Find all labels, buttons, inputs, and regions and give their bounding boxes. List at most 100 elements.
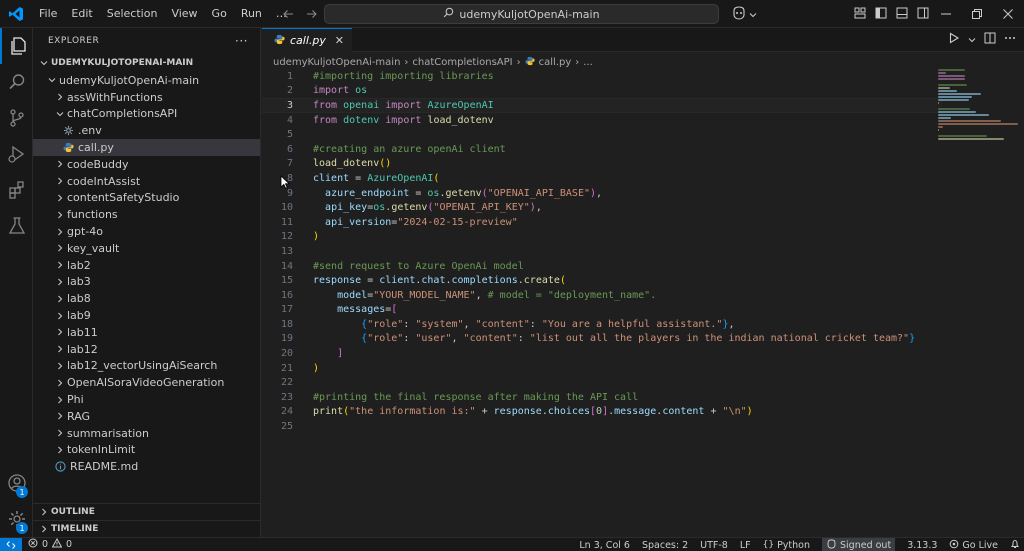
breadcrumb-item[interactable]: call.py xyxy=(539,57,572,68)
outline-section[interactable]: OUTLINE xyxy=(33,503,261,520)
minimap-line xyxy=(938,96,973,98)
code-line: 17 messages=[ xyxy=(262,303,942,318)
tree-item[interactable]: udemyKuljotOpenAi-main xyxy=(33,72,260,89)
run-python-file-icon[interactable] xyxy=(948,32,960,47)
indentation[interactable]: Spaces: 2 xyxy=(642,540,688,551)
tree-item[interactable]: OpenAISoraVideoGeneration xyxy=(33,374,260,391)
code-token: getenv xyxy=(391,202,428,214)
tree-item-label: chatCompletionsAPI xyxy=(67,107,178,121)
customize-layout-icon[interactable] xyxy=(853,6,867,20)
command-center-search[interactable]: udemyKuljotOpenAi-main xyxy=(324,4,719,24)
line-number: 4 xyxy=(286,114,293,126)
remote-indicator-icon[interactable] xyxy=(0,537,22,551)
tree-item[interactable]: lab3 xyxy=(33,274,260,291)
tree-item[interactable]: codeBuddy xyxy=(33,156,260,173)
tree-item[interactable]: gpt-4o xyxy=(33,223,260,240)
menu-view[interactable]: View xyxy=(164,0,204,28)
tree-item[interactable]: .env xyxy=(33,122,260,139)
minimap-line xyxy=(938,114,990,116)
manage-gear-icon[interactable]: 1 xyxy=(0,501,33,537)
tree-item[interactable]: lab12 xyxy=(33,341,260,358)
split-editor-icon[interactable] xyxy=(984,32,996,47)
code-line: 12) xyxy=(262,230,942,245)
encoding[interactable]: UTF-8 xyxy=(700,540,728,551)
code-token: azure_endpoint xyxy=(325,187,410,199)
problems-indicator[interactable]: 0 0 xyxy=(28,537,72,551)
tree-item[interactable]: assWithFunctions xyxy=(33,89,260,106)
python-version[interactable]: 3.13.3 xyxy=(907,540,937,551)
go-live-button[interactable]: Go Live xyxy=(949,539,998,551)
code-token: content xyxy=(662,406,705,418)
tree-item[interactable]: summarisation xyxy=(33,425,260,442)
tree-item[interactable]: lab8 xyxy=(33,290,260,307)
copilot-button[interactable] xyxy=(731,6,757,23)
restore-icon[interactable] xyxy=(961,0,992,28)
run-options-chevron-icon[interactable] xyxy=(968,33,976,47)
notifications-bell-icon[interactable] xyxy=(1010,539,1020,551)
tree-item[interactable]: tokenInLimit xyxy=(33,442,260,459)
code-token: "You are a helpful assistant." xyxy=(541,318,723,330)
tree-item[interactable]: chatCompletionsAPI xyxy=(33,106,260,123)
breadcrumb-item[interactable]: ... xyxy=(583,57,593,68)
tree-item[interactable]: lab12_vectorUsingAiSearch xyxy=(33,358,260,375)
tab-call-py[interactable]: call.py ✕ xyxy=(262,28,352,52)
minimap[interactable] xyxy=(938,69,1023,140)
explorer-icon[interactable] xyxy=(0,28,33,64)
tree-item[interactable]: RAG xyxy=(33,408,260,425)
menu-file[interactable]: File xyxy=(32,0,64,28)
extensions-icon[interactable] xyxy=(0,172,33,208)
end-of-line[interactable]: LF xyxy=(740,540,751,551)
code-token: response xyxy=(493,406,542,418)
tree-item[interactable]: Phi xyxy=(33,391,260,408)
tree-item[interactable]: README.md xyxy=(33,458,260,475)
search-icon[interactable] xyxy=(0,64,33,100)
menu-go[interactable]: Go xyxy=(205,0,234,28)
more-actions-icon[interactable] xyxy=(1004,32,1016,47)
tree-item[interactable]: key_vault xyxy=(33,240,260,257)
forward-arrow-icon[interactable] xyxy=(303,4,321,24)
code-line: 23 #printing the final response after mak… xyxy=(262,390,942,405)
code-token: os xyxy=(355,85,368,97)
run-debug-icon[interactable] xyxy=(0,136,33,172)
workspace-root[interactable]: UDEMYKULJOTOPENAI-MAIN xyxy=(33,54,260,72)
toggle-secondary-sidebar-icon[interactable] xyxy=(916,6,930,20)
code-editor[interactable]: 1 #importing importing libraries 2 import o… xyxy=(262,69,942,434)
back-arrow-icon[interactable] xyxy=(279,4,297,24)
code-line: 7 load_dotenv() xyxy=(262,157,942,172)
tree-item[interactable]: lab2 xyxy=(33,257,260,274)
tab-close-icon[interactable]: ✕ xyxy=(335,34,344,47)
tree-item[interactable]: lab11 xyxy=(33,324,260,341)
tree-item[interactable]: codeIntAssist xyxy=(33,173,260,190)
code-text: ) xyxy=(313,231,319,242)
chevron-right-icon xyxy=(53,376,67,390)
language-mode[interactable]: {} Python xyxy=(763,540,810,551)
tree-item[interactable]: functions xyxy=(33,206,260,223)
menu-run[interactable]: Run xyxy=(234,0,269,28)
source-control-icon[interactable] xyxy=(0,100,33,136)
code-text: load_dotenv() xyxy=(313,158,391,169)
code-token: : xyxy=(517,333,530,345)
tree-item-label: codeBuddy xyxy=(67,157,129,171)
toggle-panel-icon[interactable] xyxy=(895,6,909,20)
menu-selection[interactable]: Selection xyxy=(100,0,165,28)
tree-item[interactable]: lab9 xyxy=(33,307,260,324)
more-actions-icon[interactable]: ··· xyxy=(235,34,248,48)
file-tree: udemyKuljotOpenAi-main assWithFunctions ch… xyxy=(33,72,260,475)
toggle-primary-sidebar-icon[interactable] xyxy=(874,6,888,20)
menu-edit[interactable]: Edit xyxy=(64,0,99,28)
tree-item[interactable]: call.py xyxy=(33,139,260,156)
close-icon[interactable] xyxy=(992,0,1023,28)
testing-icon[interactable] xyxy=(0,208,33,244)
minimize-icon[interactable] xyxy=(930,0,961,28)
code-text: from dotenv import load_dotenv xyxy=(313,115,494,126)
accounts-icon[interactable]: 1 xyxy=(0,465,33,501)
signed-out-button[interactable]: Signed out xyxy=(822,538,896,551)
timeline-section[interactable]: TIMELINE xyxy=(33,520,261,537)
cursor-position[interactable]: Ln 3, Col 6 xyxy=(579,540,630,551)
chevron-right-icon xyxy=(53,409,67,423)
breadcrumb-item[interactable]: chatCompletionsAPI xyxy=(412,57,512,68)
tree-item-label: codeIntAssist xyxy=(67,174,141,188)
code-line: 5 xyxy=(262,127,942,142)
tree-item[interactable]: contentSafetyStudio xyxy=(33,190,260,207)
breadcrumb-item[interactable]: udemyKuljotOpenAi-main xyxy=(273,57,400,68)
